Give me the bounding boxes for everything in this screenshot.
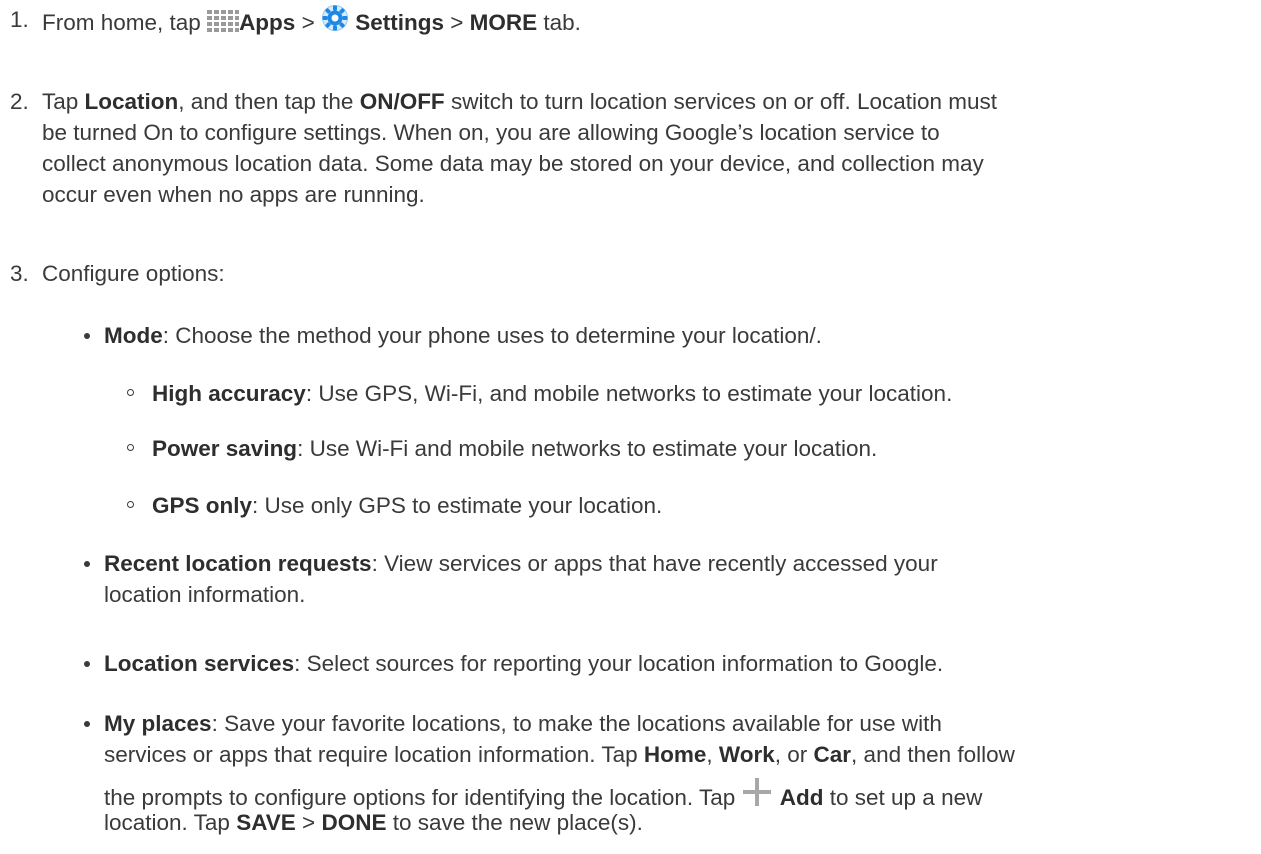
step-1: 1. From home, tap Apps > Settings > MORE… — [0, 4, 1261, 40]
mode-high-accuracy: High accuracy: Use GPS, Wi-Fi, and mobil… — [0, 378, 1261, 409]
step-line: be turned On to configure settings. When… — [42, 120, 940, 145]
sub-bullet-ring — [127, 444, 134, 451]
step-text: Configure options: — [42, 261, 225, 286]
step-line: Tap Location, and then tap the ON/OFF sw… — [42, 89, 998, 114]
apps-grid-icon — [207, 10, 240, 34]
step-line: collect anonymous location data. Some da… — [42, 151, 984, 176]
apps-label: Apps — [239, 10, 296, 35]
option-mode: Mode: Choose the method your phone uses … — [0, 320, 1261, 351]
step-number: 3. — [10, 261, 29, 286]
instructions-document: 1. From home, tap Apps > Settings > MORE… — [0, 0, 1261, 854]
step-2: 2. Tap Location, and then tap the ON/OFF… — [0, 86, 1261, 210]
mode-power-saving: Power saving: Use Wi-Fi and mobile netwo… — [0, 433, 1261, 464]
bullet-dot — [84, 561, 90, 567]
settings-gear-icon — [321, 4, 349, 32]
step-text: Tap Location, and then tap the ON/OFF sw… — [42, 86, 1253, 210]
bullet-dot — [84, 333, 90, 339]
option-label: Mode — [104, 323, 163, 348]
step-line: occur even when no apps are running. — [42, 182, 425, 207]
mode-gps-only: GPS only: Use only GPS to estimate your … — [0, 490, 1261, 521]
settings-label: Settings — [355, 10, 444, 35]
step-number: 1. — [10, 7, 29, 32]
option-recent-location-requests: Recent location requests: View services … — [0, 548, 1261, 610]
bullet-dot — [84, 721, 90, 727]
plus-icon — [741, 776, 773, 808]
bullet-dot — [84, 661, 90, 667]
more-tab-label: MORE — [469, 10, 538, 35]
step-3: 3. Configure options: — [0, 258, 1261, 289]
option-location-services: Location services: Select sources for re… — [0, 648, 1261, 679]
option-my-places: My places: Save your favorite locations,… — [0, 708, 1261, 848]
step-text: From home, tap Apps > Settings > MORE ta… — [42, 4, 1253, 38]
step-number: 2. — [10, 89, 29, 114]
sub-bullet-ring — [127, 389, 134, 396]
sub-bullet-ring — [127, 501, 134, 508]
